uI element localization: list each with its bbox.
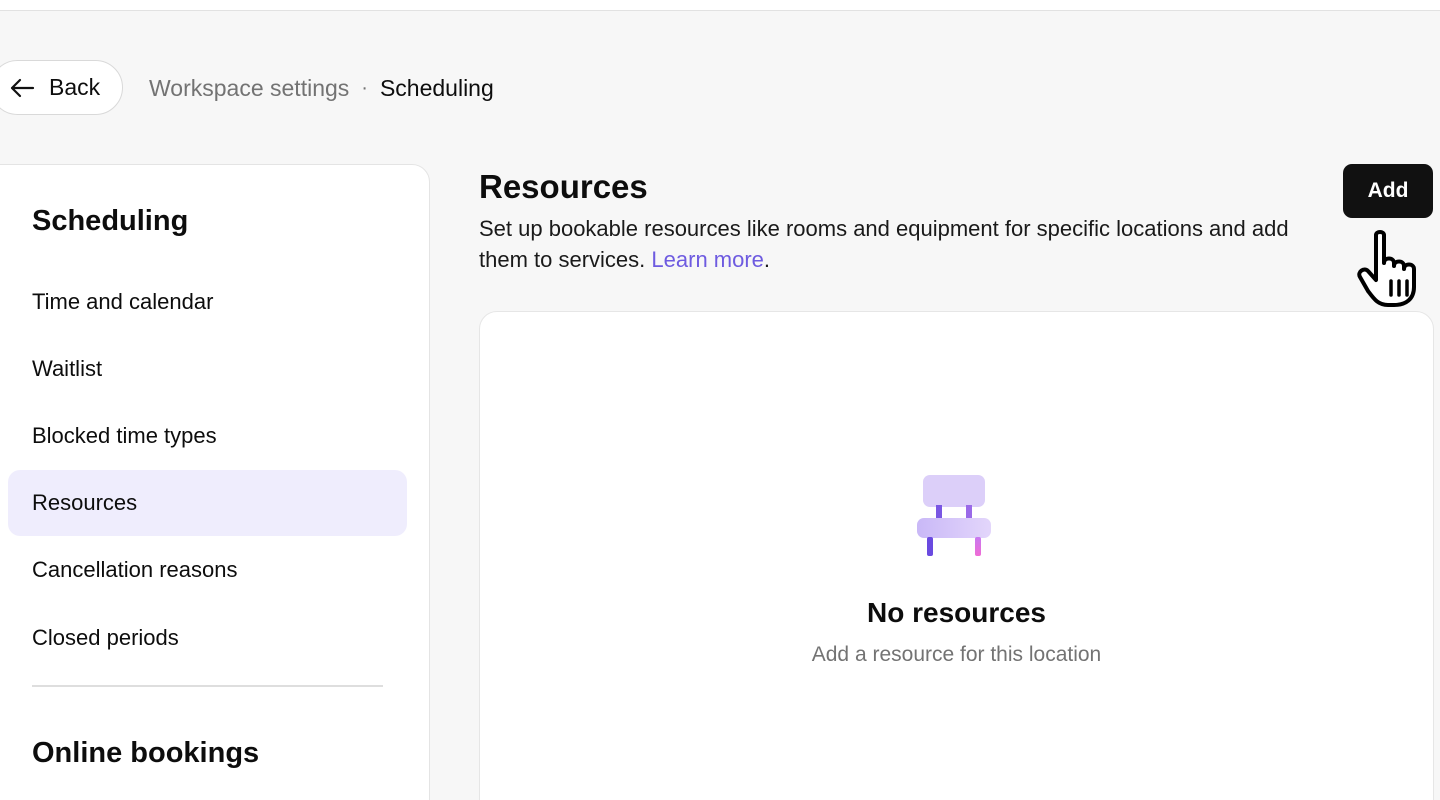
empty-state-subtitle: Add a resource for this location	[811, 643, 1102, 666]
sidebar-divider	[32, 685, 383, 687]
breadcrumb-workspace-settings[interactable]: Workspace settings	[149, 75, 349, 102]
chair-icon	[917, 475, 991, 556]
sidebar-item-resources[interactable]: Resources	[8, 470, 407, 536]
sidebar-item-closed-periods[interactable]: Closed periods	[8, 605, 407, 671]
sidebar-item-cancellation-reasons[interactable]: Cancellation reasons	[8, 537, 407, 603]
empty-state-card: No resources Add a resource for this loc…	[479, 311, 1434, 800]
breadcrumb-current: Scheduling	[379, 74, 494, 101]
description-period: .	[763, 247, 771, 272]
top-bar	[0, 0, 1440, 11]
sidebar-item-time-and-calendar[interactable]: Time and calendar	[8, 269, 407, 335]
back-label: Back	[49, 74, 101, 100]
page-title: Resources	[479, 168, 648, 205]
breadcrumb-separator: ·	[361, 76, 368, 99]
sidebar-item-waitlist[interactable]: Waitlist	[8, 336, 407, 402]
settings-sidebar: Scheduling Time and calendar Waitlist Bl…	[0, 164, 430, 800]
sidebar-section-online-bookings: Online bookings	[32, 737, 260, 769]
sidebar-section-title: Scheduling	[32, 205, 189, 237]
breadcrumb: Workspace settings · Scheduling	[149, 72, 494, 104]
sidebar-item-blocked-time-types[interactable]: Blocked time types	[8, 403, 407, 469]
page-description: Set up bookable resources like rooms and…	[479, 213, 1339, 275]
add-resource-button[interactable]: Add	[1343, 164, 1433, 218]
hand-pointer-cursor-icon	[1357, 230, 1416, 307]
description-text: Set up bookable resources like rooms and…	[479, 216, 1289, 272]
arrow-left-icon	[10, 78, 35, 97]
learn-more-link[interactable]: Learn more	[651, 247, 764, 272]
back-button[interactable]: Back	[0, 60, 123, 115]
empty-state-title: No resources	[867, 597, 1046, 628]
